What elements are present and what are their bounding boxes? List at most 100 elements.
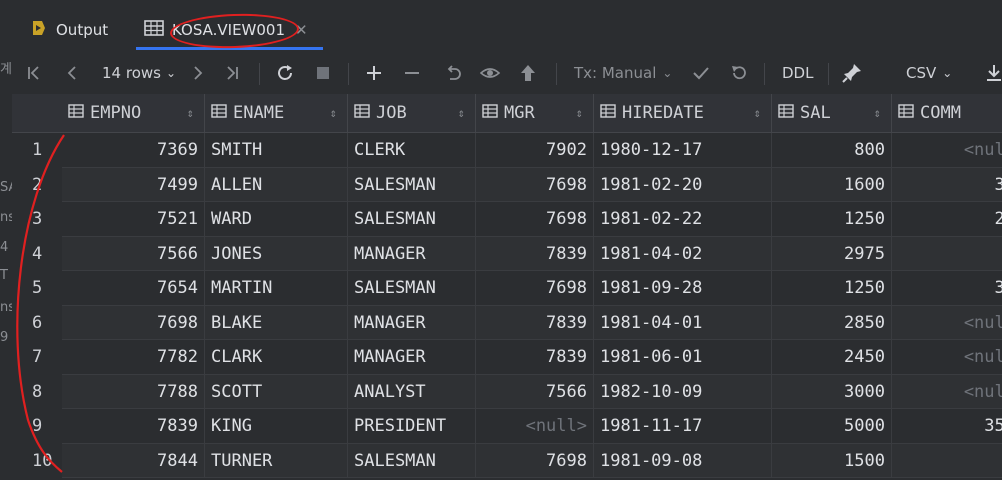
next-page-icon[interactable] bbox=[192, 52, 204, 94]
cell-sal[interactable]: 1250 bbox=[772, 202, 892, 237]
cell-comm[interactable]: <null bbox=[892, 133, 1002, 168]
first-page-icon[interactable] bbox=[26, 52, 42, 94]
cell-ename[interactable]: CLARK bbox=[205, 340, 348, 375]
cell-job[interactable]: SALESMAN bbox=[348, 271, 476, 306]
cell-mgr[interactable]: 7839 bbox=[476, 305, 594, 340]
cell-empno[interactable]: 7782 bbox=[62, 340, 205, 375]
stop-icon[interactable] bbox=[316, 52, 330, 94]
cell-sal[interactable]: 800 bbox=[772, 133, 892, 168]
cell-empno[interactable]: 7844 bbox=[62, 443, 205, 478]
cell-empno[interactable]: 7521 bbox=[62, 202, 205, 237]
sort-icon[interactable]: ⇕ bbox=[330, 106, 337, 120]
row-number[interactable]: 7 bbox=[12, 340, 62, 375]
table-row[interactable]: 87788SCOTTANALYST75661982-10-093000<null bbox=[12, 374, 1002, 410]
submit-icon[interactable] bbox=[520, 52, 536, 94]
cell-hiredate[interactable]: 1981-06-01 bbox=[594, 340, 772, 375]
cell-sal[interactable]: 5000 bbox=[772, 409, 892, 444]
sort-icon[interactable]: ⇕ bbox=[187, 106, 194, 120]
cell-empno[interactable]: 7839 bbox=[62, 409, 205, 444]
cell-hiredate[interactable]: 1981-09-28 bbox=[594, 271, 772, 306]
cell-comm[interactable]: <null bbox=[892, 375, 1002, 410]
view-icon[interactable] bbox=[480, 52, 502, 94]
table-row[interactable]: 10 7844 TURNER SALESMAN 7698 1981-09-08 1500 bbox=[12, 443, 1002, 479]
cell-ename[interactable]: MARTIN bbox=[205, 271, 348, 306]
table-row[interactable]: 37521WARDSALESMAN76981981-02-22125020 bbox=[12, 202, 1002, 237]
sort-icon[interactable]: ⇕ bbox=[754, 106, 761, 120]
cell-hiredate[interactable]: 1981-09-08 bbox=[594, 443, 772, 478]
cell-sal[interactable]: 1500 bbox=[772, 443, 892, 478]
cell-comm[interactable]: 30 bbox=[892, 271, 1002, 306]
cell-sal[interactable]: 3000 bbox=[772, 374, 892, 409]
cell-comm[interactable]: <null bbox=[892, 340, 1002, 375]
cell-mgr[interactable]: 7698 bbox=[476, 202, 594, 237]
cell-mgr[interactable]: 7698 bbox=[476, 271, 594, 306]
sort-icon[interactable]: ⇕ bbox=[576, 106, 583, 120]
cell-sal[interactable]: 1250 bbox=[772, 271, 892, 306]
table-row[interactable]: 67698BLAKEMANAGER78391981-04-012850<null bbox=[12, 305, 1002, 340]
cell-hiredate[interactable]: 1981-04-01 bbox=[594, 305, 772, 340]
cell-comm[interactable]: 20 bbox=[892, 202, 1002, 237]
cell-job[interactable]: SALESMAN bbox=[348, 167, 476, 202]
cell-comm[interactable]: 3 bbox=[892, 237, 1002, 272]
tx-mode-dropdown[interactable]: Tx: Manual ⌄ bbox=[574, 52, 672, 94]
refresh-icon[interactable] bbox=[276, 52, 294, 94]
cell-hiredate[interactable]: 1982-10-09 bbox=[594, 374, 772, 409]
cell-comm[interactable]: 30 bbox=[892, 168, 1002, 203]
cell-job[interactable]: ANALYST bbox=[348, 374, 476, 409]
cell-hiredate[interactable]: 1981-02-22 bbox=[594, 202, 772, 237]
export-format-dropdown[interactable]: CSV ⌄ bbox=[906, 52, 952, 94]
cell-ename[interactable]: KING bbox=[205, 409, 348, 444]
table-row[interactable]: 17369SMITHCLERK79021980-12-17800<null bbox=[12, 133, 1002, 168]
cell-sal[interactable]: 2450 bbox=[772, 340, 892, 375]
row-number[interactable]: 9 bbox=[12, 409, 62, 444]
table-row[interactable]: 27499ALLENSALESMAN76981981-02-20160030 bbox=[12, 167, 1002, 203]
cell-ename[interactable]: JONES bbox=[205, 236, 348, 271]
cell-job[interactable]: SALESMAN bbox=[348, 443, 476, 478]
last-page-icon[interactable] bbox=[224, 52, 240, 94]
row-number[interactable]: 5 bbox=[12, 271, 62, 306]
cell-comm[interactable]: 350 bbox=[892, 409, 1002, 444]
row-number[interactable]: 1 bbox=[12, 133, 62, 168]
cell-comm[interactable] bbox=[892, 444, 1002, 479]
commit-icon[interactable] bbox=[692, 52, 710, 94]
cell-empno[interactable]: 7499 bbox=[62, 167, 205, 202]
rows-count-dropdown[interactable]: 14 rows ⌄ bbox=[102, 52, 176, 94]
tab-output[interactable]: Output bbox=[30, 8, 108, 52]
cell-job[interactable]: CLERK bbox=[348, 133, 476, 168]
pin-icon[interactable] bbox=[842, 52, 862, 94]
cell-mgr[interactable]: 7839 bbox=[476, 236, 594, 271]
table-row[interactable]: 97839KINGPRESIDENT<null>1981-11-17500035… bbox=[12, 409, 1002, 444]
cell-ename[interactable]: WARD bbox=[205, 202, 348, 237]
row-number[interactable]: 6 bbox=[12, 305, 62, 340]
cell-empno[interactable]: 7788 bbox=[62, 374, 205, 409]
column-header-sal[interactable]: SAL ⇕ bbox=[772, 94, 892, 132]
cell-job[interactable]: SALESMAN bbox=[348, 202, 476, 237]
row-number[interactable]: 8 bbox=[12, 374, 62, 409]
table-row[interactable]: 47566JONESMANAGER78391981-04-0229753 bbox=[12, 236, 1002, 272]
cell-hiredate[interactable]: 1981-11-17 bbox=[594, 409, 772, 444]
cell-ename[interactable]: SCOTT bbox=[205, 374, 348, 409]
column-header-comm[interactable]: COMM bbox=[892, 94, 1002, 132]
column-header-hiredate[interactable]: HIREDATE ⇕ bbox=[594, 94, 772, 132]
sort-icon[interactable]: ⇕ bbox=[874, 106, 881, 120]
rollback-icon[interactable] bbox=[730, 52, 748, 94]
cell-job[interactable]: PRESIDENT bbox=[348, 409, 476, 444]
cell-job[interactable]: MANAGER bbox=[348, 236, 476, 271]
revert-icon[interactable] bbox=[444, 52, 462, 94]
cell-empno[interactable]: 7566 bbox=[62, 236, 205, 271]
column-header-ename[interactable]: ENAME ⇕ bbox=[205, 94, 348, 132]
column-header-mgr[interactable]: MGR ⇕ bbox=[476, 94, 594, 132]
cell-mgr[interactable]: 7839 bbox=[476, 340, 594, 375]
cell-mgr[interactable]: 7566 bbox=[476, 374, 594, 409]
cell-empno[interactable]: 7654 bbox=[62, 271, 205, 306]
table-row[interactable]: 77782CLARKMANAGER78391981-06-012450<null bbox=[12, 340, 1002, 375]
cell-mgr[interactable]: 7698 bbox=[476, 443, 594, 478]
cell-hiredate[interactable]: 1981-02-20 bbox=[594, 167, 772, 202]
cell-ename[interactable]: SMITH bbox=[205, 133, 348, 168]
prev-page-icon[interactable] bbox=[66, 52, 78, 94]
cell-job[interactable]: MANAGER bbox=[348, 340, 476, 375]
delete-row-icon[interactable] bbox=[404, 52, 420, 94]
row-number[interactable]: 10 bbox=[12, 443, 62, 478]
cell-sal[interactable]: 1600 bbox=[772, 167, 892, 202]
cell-ename[interactable]: ALLEN bbox=[205, 167, 348, 202]
